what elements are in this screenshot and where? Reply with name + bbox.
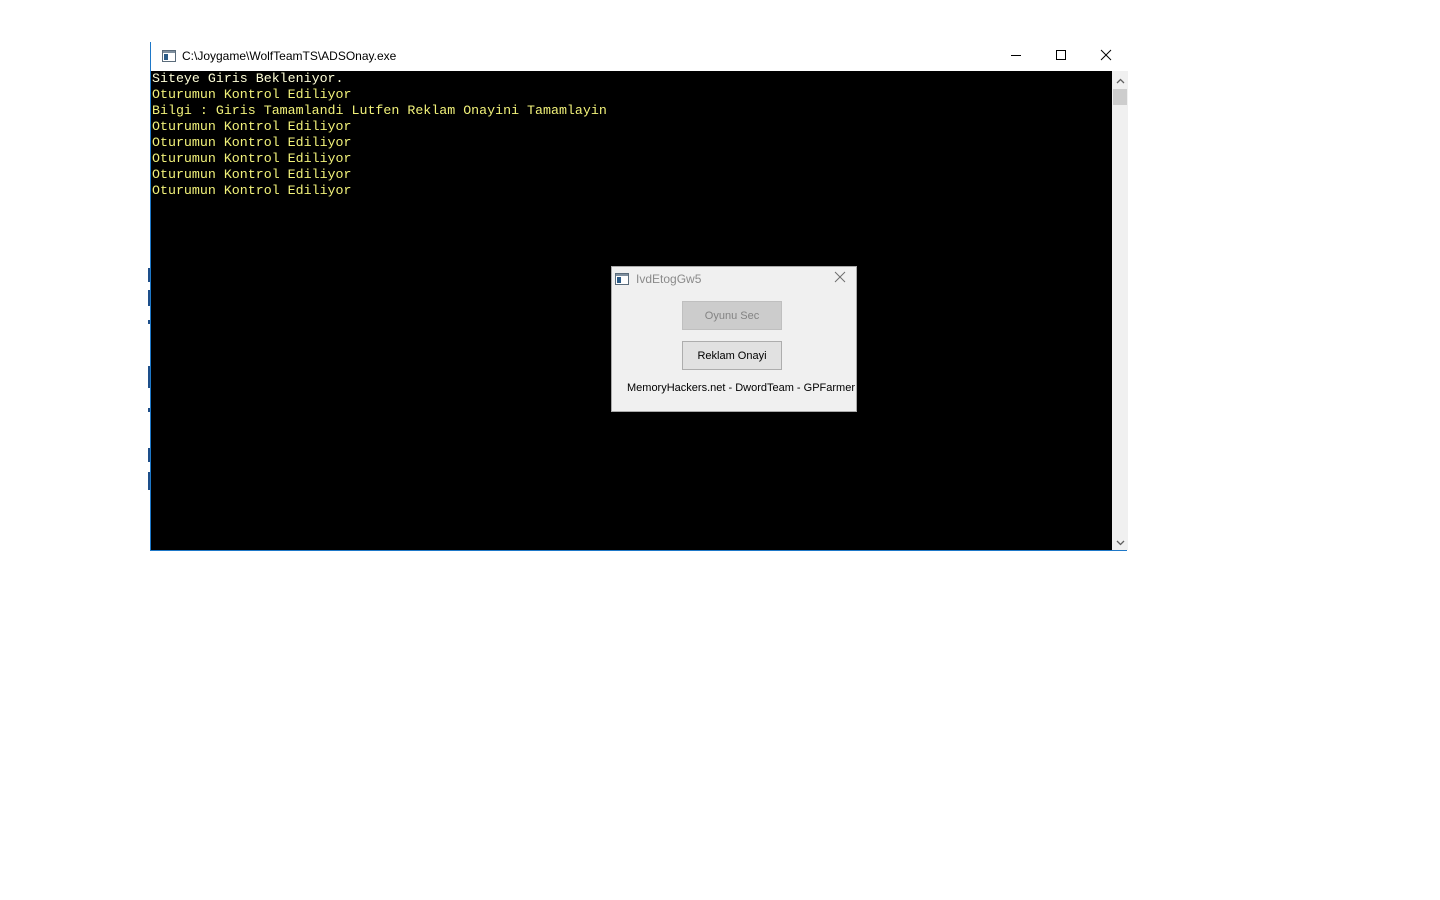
console-line: Bilgi : Giris Tamamlandi Lutfen Reklam O…: [152, 103, 607, 118]
console-line: Siteye Giris Bekleniyor.: [152, 71, 344, 86]
dialog-title: IvdEtogGw5: [636, 272, 702, 286]
scroll-down-button[interactable]: [1112, 533, 1128, 550]
dialog-app-icon: [615, 272, 629, 285]
scroll-up-button[interactable]: [1112, 71, 1128, 88]
dialog-credits-label: MemoryHackers.net - DwordTeam - GPFarmer: [627, 382, 855, 394]
vertical-scrollbar[interactable]: [1112, 71, 1128, 550]
console-app-icon: [162, 49, 176, 62]
chevron-down-icon: [1116, 533, 1125, 551]
console-titlebar[interactable]: C:\Joygame\WolfTeamTS\ADSOnay.exe: [151, 42, 1128, 71]
maximize-icon: [1055, 48, 1067, 66]
close-icon: [834, 270, 846, 288]
console-line: Oturumun Kontrol Ediliyor: [152, 119, 352, 134]
minimize-icon: [1010, 48, 1022, 66]
console-line: Oturumun Kontrol Ediliyor: [152, 151, 352, 166]
dialog-close-button[interactable]: [832, 271, 848, 287]
console-title: C:\Joygame\WolfTeamTS\ADSOnay.exe: [182, 49, 397, 63]
console-line: Oturumun Kontrol Ediliyor: [152, 183, 352, 198]
ad-confirm-button[interactable]: Reklam Onayi: [682, 341, 782, 370]
close-icon: [1100, 48, 1112, 66]
dialog-titlebar[interactable]: IvdEtogGw5: [612, 267, 856, 291]
maximize-button[interactable]: [1038, 42, 1084, 71]
game-dialog: IvdEtogGw5 Oyunu Sec Reklam Onayi Memory…: [611, 266, 857, 412]
select-game-button: Oyunu Sec: [682, 301, 782, 330]
close-button[interactable]: [1083, 42, 1129, 71]
console-line: Oturumun Kontrol Ediliyor: [152, 167, 352, 182]
scroll-thumb[interactable]: [1113, 89, 1127, 105]
console-line: Oturumun Kontrol Ediliyor: [152, 87, 352, 102]
minimize-button[interactable]: [993, 42, 1039, 71]
chevron-up-icon: [1116, 71, 1125, 89]
console-line: Oturumun Kontrol Ediliyor: [152, 135, 352, 150]
